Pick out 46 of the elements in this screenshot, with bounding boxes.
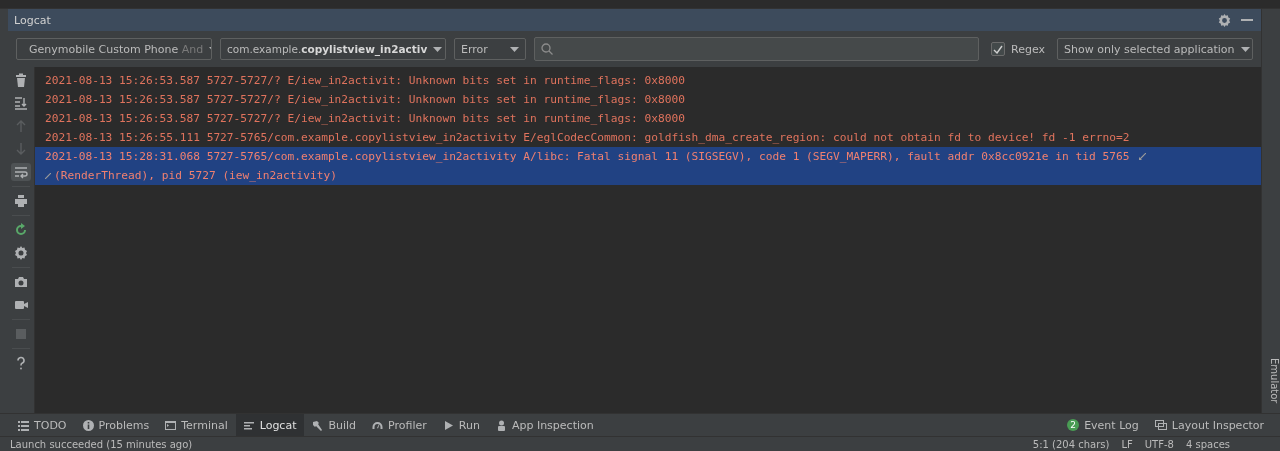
person-icon — [495, 419, 507, 431]
play-icon — [442, 419, 454, 431]
status-item[interactable]: LF — [1121, 438, 1133, 450]
soft-wrap-icon — [1139, 153, 1147, 160]
emulator-tab[interactable]: Emulator — [1262, 357, 1280, 403]
search-icon — [541, 43, 553, 55]
lines-icon — [243, 419, 255, 431]
tool-window-tab[interactable]: Build — [304, 414, 365, 436]
regex-checkbox[interactable] — [991, 42, 1005, 56]
layout-inspector-tab[interactable]: Layout Inspector — [1146, 414, 1272, 436]
log-line[interactable]: 2021-08-13 15:26:53.587 5727-5727/? E/iew_in2activit: Unknown bits set in runtime_flags: 0x8000 — [45, 71, 1251, 90]
gauge-icon — [372, 419, 384, 431]
tool-window-tab[interactable]: Logcat — [235, 414, 305, 436]
windows-icon — [1154, 419, 1167, 431]
search-field[interactable] — [534, 37, 979, 61]
caret-icon — [433, 46, 443, 52]
panel-title: Logcat — [14, 13, 51, 27]
caret-icon — [1240, 46, 1250, 52]
tool-window-tab[interactable]: App Inspection — [487, 414, 602, 436]
terminal-icon — [165, 419, 177, 431]
list-icon — [18, 419, 29, 431]
log-line[interactable]: 2021-08-13 15:26:53.587 5727-5727/? E/iew_in2activit: Unknown bits set in runtime_flags: 0x8000 — [45, 90, 1251, 109]
log-line[interactable]: 2021-08-13 15:26:55.111 5727-5765/com.example.copylistview_in2activity E/eglCodecCommon: goldfish_dma_create_region: could not obtain fd to device! fd -1 errno=2 — [45, 128, 1251, 147]
tool-window-tab[interactable]: TODO — [10, 414, 75, 436]
status-message: Launch succeeded (15 minutes ago) — [10, 438, 193, 450]
wrap-icon[interactable] — [11, 163, 31, 181]
minimize-icon[interactable] — [1241, 18, 1253, 22]
process-dropdown[interactable]: com.example.copylistview_in2activ — [220, 38, 446, 60]
hammer-icon — [312, 419, 324, 431]
log-level-dropdown[interactable]: Error — [454, 38, 526, 60]
status-item[interactable]: UTF-8 — [1144, 438, 1174, 450]
soft-wrap-icon — [45, 173, 51, 179]
tool-window-tab[interactable]: Run — [434, 414, 488, 436]
log-line[interactable]: 2021-08-13 15:26:53.587 5727-5727/? E/iew_in2activit: Unknown bits set in runtime_flags: 0x8000 — [45, 109, 1251, 128]
tool-window-tab[interactable]: Profiler — [364, 414, 435, 436]
regex-label: Regex — [1011, 42, 1045, 56]
status-item[interactable]: 5:1 (204 chars) — [1032, 438, 1110, 450]
tool-window-tab[interactable]: Terminal — [157, 414, 236, 436]
filter-dropdown[interactable]: Show only selected application — [1057, 38, 1253, 60]
caret-icon — [510, 46, 519, 52]
device-dropdown[interactable]: Genymobile Custom Phone And — [16, 38, 212, 60]
tool-window-tab[interactable]: Problems — [74, 414, 158, 436]
settings-icon[interactable] — [1218, 13, 1231, 27]
status-item[interactable]: 4 spaces — [1185, 438, 1230, 450]
event-log-tab[interactable]: 2 Event Log — [1059, 414, 1147, 436]
info-icon — [82, 419, 94, 431]
